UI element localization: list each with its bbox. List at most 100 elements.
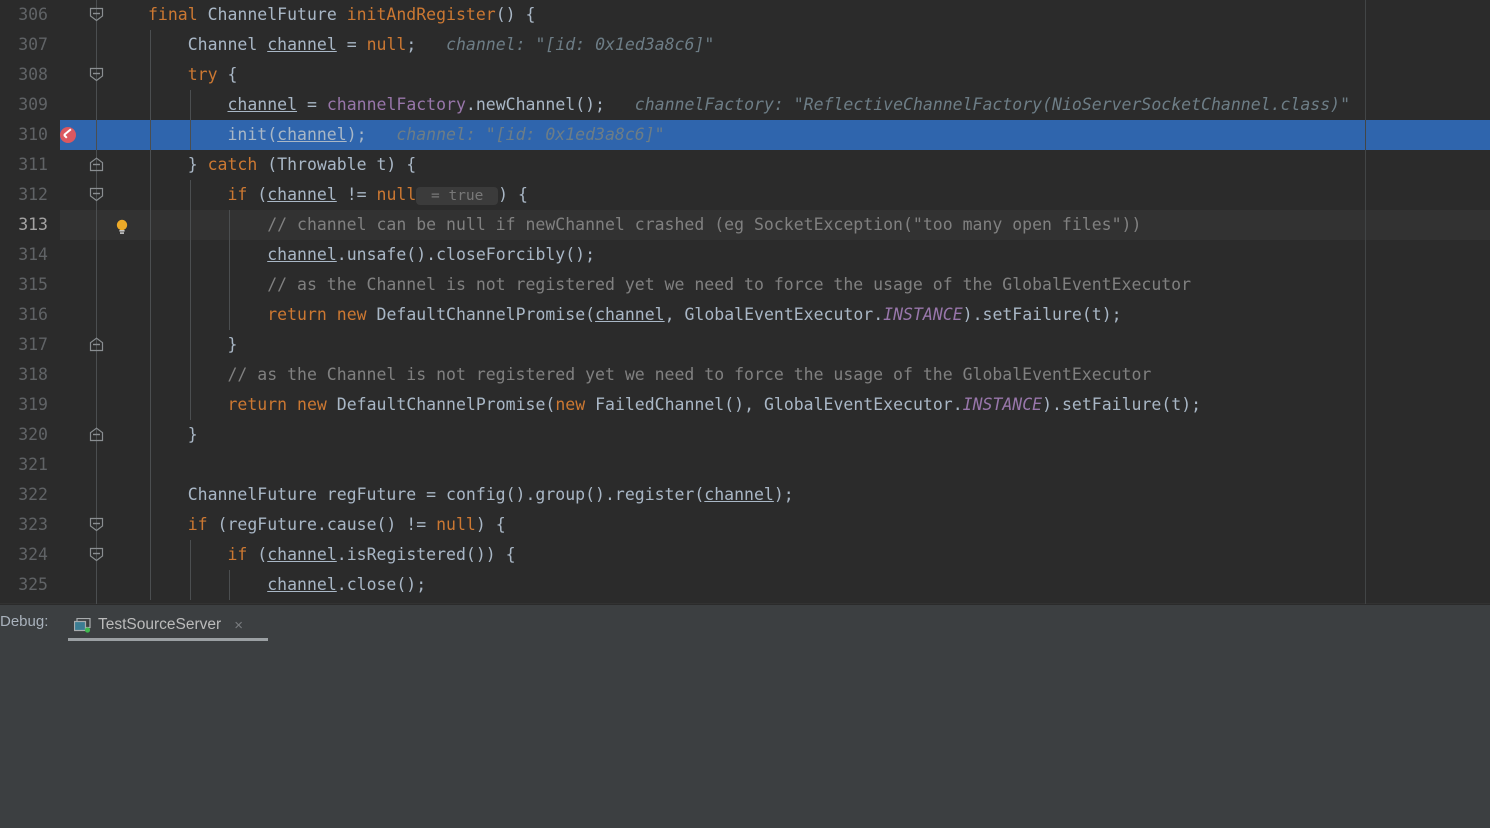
code-line[interactable]: 317 } bbox=[0, 330, 1490, 360]
code-token: ).setFailure(t); bbox=[1042, 395, 1202, 414]
breakpoint-icon[interactable] bbox=[60, 127, 76, 143]
code-token: ); bbox=[346, 125, 367, 144]
line-number: 313 bbox=[18, 215, 48, 234]
code-token: channel bbox=[704, 485, 774, 504]
code-text: return new DefaultChannelPromise(new Fai… bbox=[148, 390, 1201, 420]
code-token: channel bbox=[227, 95, 298, 114]
line-number: 324 bbox=[18, 545, 48, 564]
line-number: 322 bbox=[18, 485, 48, 504]
code-line[interactable]: 312 if (channel != null = true ) { bbox=[0, 180, 1490, 210]
code-token: catch bbox=[207, 155, 258, 174]
code-token: init( bbox=[148, 125, 278, 144]
code-token: , GlobalEventExecutor. bbox=[664, 305, 884, 324]
code-line[interactable]: 319 return new DefaultChannelPromise(new… bbox=[0, 390, 1490, 420]
code-line[interactable]: 309 channel = channelFactory.newChannel(… bbox=[0, 90, 1490, 120]
code-line[interactable]: 324 if (channel.isRegistered()) { bbox=[0, 540, 1490, 570]
fold-end-icon[interactable] bbox=[89, 157, 104, 172]
fold-end-icon[interactable] bbox=[89, 427, 104, 442]
code-text: if (channel != null = true ) { bbox=[148, 180, 528, 210]
ide-window: 306 final ChannelFuture initAndRegister()… bbox=[0, 0, 1490, 828]
code-line[interactable]: 321 bbox=[0, 450, 1490, 480]
line-number: 317 bbox=[18, 335, 48, 354]
intention-bulb-icon[interactable] bbox=[113, 216, 131, 234]
line-number: 309 bbox=[18, 95, 48, 114]
code-token: (Throwable t) { bbox=[257, 155, 417, 174]
code-token: channel: "[id: 0x1ed3a8c6]" bbox=[366, 125, 665, 144]
code-line[interactable]: 322 ChannelFuture regFuture = config().g… bbox=[0, 480, 1490, 510]
code-token: return bbox=[227, 395, 288, 414]
fold-collapse-icon[interactable] bbox=[89, 187, 104, 202]
indent-guide bbox=[150, 450, 151, 480]
code-token: final bbox=[148, 5, 208, 24]
code-token: INSTANCE bbox=[962, 395, 1043, 414]
code-token: } bbox=[148, 155, 208, 174]
fold-collapse-icon[interactable] bbox=[89, 7, 104, 22]
code-token: new bbox=[555, 395, 586, 414]
code-token: INSTANCE bbox=[883, 305, 963, 324]
code-token: channelFactory bbox=[326, 95, 466, 114]
line-number: 312 bbox=[18, 185, 48, 204]
code-token: FailedChannel(), GlobalEventExecutor. bbox=[585, 395, 963, 414]
code-text: try { bbox=[148, 60, 238, 90]
code-line[interactable]: 316 return new DefaultChannelPromise(cha… bbox=[0, 300, 1490, 330]
code-token: new bbox=[297, 395, 327, 414]
close-icon[interactable]: × bbox=[234, 617, 243, 634]
code-token: (regFuture.cause() != bbox=[207, 515, 437, 534]
line-background bbox=[60, 420, 1490, 450]
code-line[interactable]: 323 if (regFuture.cause() != null) { bbox=[0, 510, 1490, 540]
code-line[interactable]: 310 init(channel); channel: "[id: 0x1ed3… bbox=[0, 120, 1490, 150]
code-token: channel bbox=[267, 35, 337, 54]
code-line[interactable]: 318 // as the Channel is not registered … bbox=[0, 360, 1490, 390]
line-number: 314 bbox=[18, 245, 48, 264]
gutter-guide-line bbox=[96, 0, 97, 604]
fold-end-icon[interactable] bbox=[89, 337, 104, 352]
code-text: // as the Channel is not registered yet … bbox=[148, 360, 1151, 390]
code-text: return new DefaultChannelPromise(channel… bbox=[148, 300, 1121, 330]
tab-active-underline bbox=[68, 638, 268, 641]
debug-session-tab[interactable]: TestSourceServer × bbox=[68, 609, 249, 641]
code-line[interactable]: 320 } bbox=[0, 420, 1490, 450]
code-line[interactable]: 315 // as the Channel is not registered … bbox=[0, 270, 1490, 300]
code-line[interactable]: 307 Channel channel = null; channel: "[i… bbox=[0, 30, 1490, 60]
fold-collapse-icon[interactable] bbox=[89, 517, 104, 532]
code-token: new bbox=[336, 305, 367, 324]
line-number: 321 bbox=[18, 455, 48, 474]
code-text: // as the Channel is not registered yet … bbox=[148, 270, 1191, 300]
code-token: = bbox=[336, 35, 367, 54]
code-line[interactable]: 311 } catch (Throwable t) { bbox=[0, 150, 1490, 180]
code-line[interactable]: 313 // channel can be null if newChannel… bbox=[0, 210, 1490, 240]
code-text: } bbox=[148, 420, 198, 450]
fold-collapse-icon[interactable] bbox=[89, 67, 104, 82]
code-token: DefaultChannelPromise( bbox=[366, 305, 596, 324]
code-token: { bbox=[217, 65, 238, 84]
code-token: ChannelFuture regFuture = config().group… bbox=[148, 485, 705, 504]
line-number: 316 bbox=[18, 305, 48, 324]
fold-collapse-icon[interactable] bbox=[89, 547, 104, 562]
run-configuration-icon bbox=[73, 617, 91, 633]
code-text: channel.unsafe().closeForcibly(); bbox=[148, 240, 595, 270]
code-token: ); bbox=[773, 485, 794, 504]
debug-label: Debug: bbox=[0, 613, 49, 630]
line-number: 307 bbox=[18, 35, 48, 54]
code-token: ( bbox=[247, 545, 268, 564]
code-token: != bbox=[336, 185, 377, 204]
code-line[interactable]: 306 final ChannelFuture initAndRegister()… bbox=[0, 0, 1490, 30]
code-token: ) { bbox=[475, 515, 506, 534]
debug-tool-window: Debug: TestSourceServer × bbox=[0, 604, 1490, 828]
line-number: 323 bbox=[18, 515, 48, 534]
code-line[interactable]: 325 channel.close(); bbox=[0, 570, 1490, 600]
code-token: DefaultChannelPromise( bbox=[326, 395, 556, 414]
code-token: () { bbox=[495, 5, 536, 24]
line-number: 306 bbox=[18, 5, 48, 24]
code-line[interactable]: 308 try { bbox=[0, 60, 1490, 90]
code-token: Channel bbox=[148, 35, 268, 54]
code-line[interactable]: 314 channel.unsafe().closeForcibly(); bbox=[0, 240, 1490, 270]
line-background bbox=[60, 60, 1490, 90]
code-editor[interactable]: 306 final ChannelFuture initAndRegister()… bbox=[0, 0, 1490, 604]
